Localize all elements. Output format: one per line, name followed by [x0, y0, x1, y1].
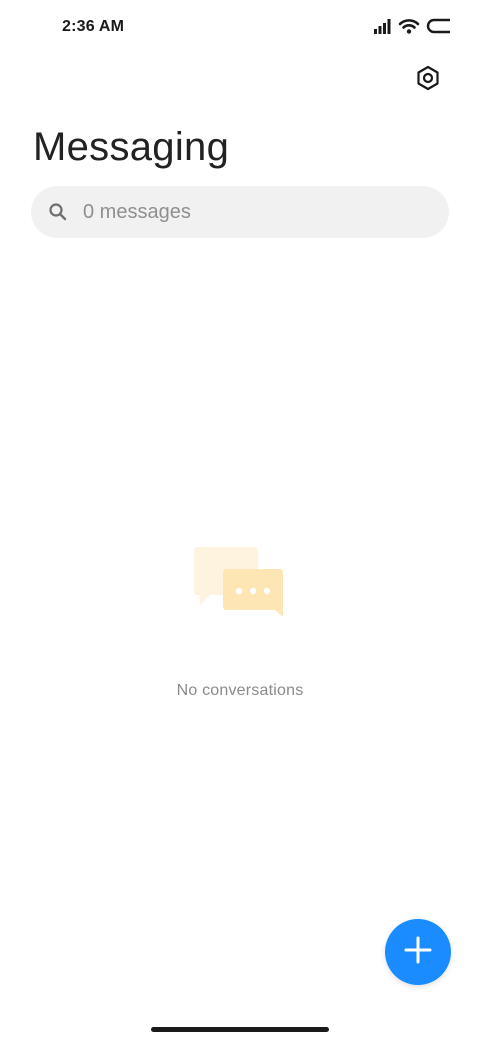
empty-state-text: No conversations: [176, 682, 304, 699]
gesture-navigation-bar[interactable]: [151, 1027, 329, 1032]
search-icon: [47, 201, 69, 223]
status-time: 2:36 AM: [62, 18, 125, 35]
settings-button[interactable]: [410, 62, 446, 98]
wifi-icon: [398, 17, 420, 35]
empty-state-illustration: [194, 545, 286, 627]
settings-icon: [415, 65, 441, 96]
plus-icon: [403, 935, 433, 970]
status-icons: [374, 17, 452, 35]
chat-bubbles-icon: [194, 547, 286, 631]
page-title: Messaging: [33, 125, 230, 169]
battery-icon: [426, 18, 452, 34]
search-input[interactable]: [83, 200, 403, 224]
search-bar[interactable]: [31, 186, 449, 238]
status-bar: 2:36 AM: [0, 0, 480, 56]
signal-icon: [374, 18, 392, 34]
messaging-screen: 2:36 AM Messaging 0 messages No conversa…: [0, 0, 480, 1040]
new-conversation-button[interactable]: [385, 919, 451, 985]
